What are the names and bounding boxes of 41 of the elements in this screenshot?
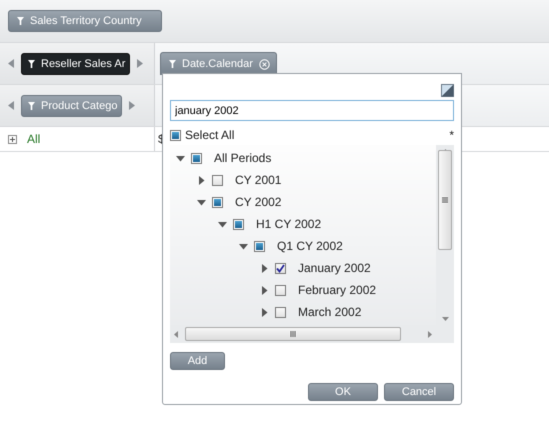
tree-item-label[interactable]: CY 2001 (235, 173, 282, 187)
checkbox[interactable] (275, 306, 286, 318)
resize-icon[interactable] (441, 84, 454, 97)
row-field-button[interactable]: Reseller Sales Ar (21, 52, 130, 74)
tree-item-label[interactable]: CY 2002 (235, 195, 282, 209)
grip-icon (290, 331, 296, 337)
tree-item-label[interactable]: January 2002 (298, 261, 371, 275)
select-all-label[interactable]: Select All (185, 128, 234, 142)
collapse-arrow-icon[interactable] (176, 154, 185, 162)
checkbox[interactable] (212, 174, 223, 186)
collapse-arrow-icon[interactable] (239, 242, 248, 250)
left-arrow-icon[interactable] (8, 101, 14, 110)
expand-icon[interactable] (8, 134, 17, 144)
left-arrow-icon[interactable] (8, 59, 14, 68)
checkbox[interactable] (275, 262, 286, 274)
filter-icon (28, 102, 35, 110)
expand-arrow-icon[interactable] (260, 308, 269, 316)
expand-arrow-icon[interactable] (260, 264, 269, 272)
expand-arrow-icon[interactable] (260, 286, 269, 294)
search-field[interactable]: january 2002 (170, 100, 454, 121)
scroll-left-icon[interactable] (174, 330, 178, 338)
tree-item-label[interactable]: Q1 CY 2002 (277, 239, 343, 253)
tree-item-label[interactable]: March 2002 (298, 305, 362, 319)
right-arrow-icon[interactable] (137, 59, 144, 68)
expand-arrow-icon[interactable] (197, 176, 206, 184)
collapse-arrow-icon[interactable] (218, 220, 227, 228)
filter-icon (28, 60, 35, 68)
scroll-right-icon[interactable] (428, 330, 432, 338)
checkbox[interactable] (275, 284, 286, 296)
close-icon[interactable] (258, 58, 270, 70)
tree-item-label[interactable]: H1 CY 2002 (256, 217, 322, 231)
tree-item-label[interactable]: All Periods (214, 151, 272, 165)
scroll-down-icon[interactable] (442, 317, 448, 321)
row-header-label: All (27, 132, 40, 146)
grip-icon (442, 197, 448, 203)
asterisk: * (449, 128, 454, 142)
collapse-arrow-icon[interactable] (197, 198, 206, 206)
filter-icon (17, 17, 24, 25)
tree-item-label[interactable]: February 2002 (298, 283, 376, 297)
right-arrow-icon[interactable] (129, 101, 136, 110)
filter-icon (169, 60, 176, 68)
